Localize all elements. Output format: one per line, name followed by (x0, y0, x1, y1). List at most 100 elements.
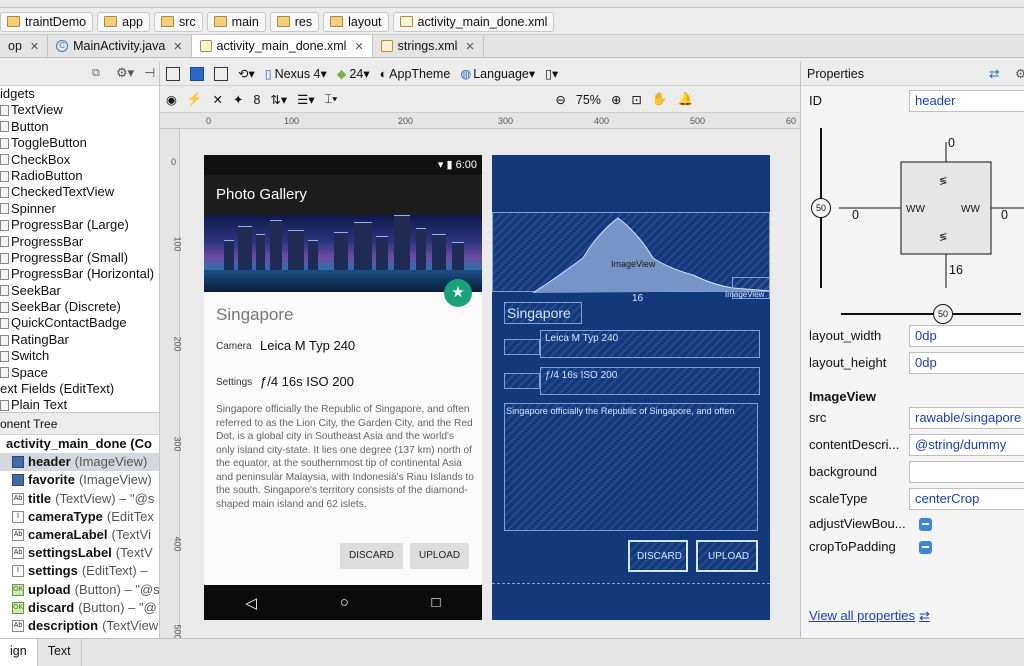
palette-item[interactable]: SeekBar (Discrete) (0, 299, 159, 315)
blueprint-preview[interactable]: ImageView ImageView 16 Singapore Leica M… (492, 155, 770, 620)
palette-item[interactable]: Space (0, 365, 159, 381)
close-icon[interactable]: ✕ (354, 40, 363, 53)
blueprint-title[interactable]: Singapore (504, 302, 582, 324)
palette-item[interactable]: ProgressBar (Small) (0, 250, 159, 266)
breadcrumb-file[interactable]: activity_main_done.xml (392, 11, 555, 32)
camera-type-field[interactable]: Leica M Typ 240 (260, 338, 355, 353)
tree-item-settings[interactable]: Isettings (EditText) – (0, 562, 159, 580)
margin-left-value[interactable]: 0 (852, 208, 859, 222)
palette-item[interactable]: CheckBox (0, 152, 159, 168)
scaletype-field[interactable]: centerCrop (909, 488, 1024, 510)
blueprint-settings[interactable]: ƒ/4 16s ISO 200 (540, 367, 760, 395)
blueprint-camera-label[interactable] (504, 339, 540, 355)
src-field[interactable]: rawable/singapore (909, 407, 1024, 429)
zoom-out-icon[interactable]: ⊖ (555, 92, 565, 107)
recents-icon[interactable]: □ (432, 594, 441, 611)
blueprint-header-imageview[interactable]: ImageView (492, 212, 770, 293)
layout-height-field[interactable]: 0dp (909, 352, 1024, 374)
tree-item-upload[interactable]: OK upload (Button) – "@s (0, 581, 159, 599)
pack-icon[interactable]: ⇅▾ (270, 92, 287, 107)
back-icon[interactable]: ◁ (245, 594, 257, 612)
warnings-icon[interactable]: 🔔 (677, 92, 693, 107)
design-canvas[interactable]: 0 100 200 300 400 500 60 0 100 200 300 4… (160, 113, 800, 638)
margin-bottom-value[interactable]: 16 (949, 263, 963, 277)
palette-item[interactable]: Plain Text (0, 397, 159, 412)
background-field[interactable] (909, 461, 1024, 483)
close-icon[interactable]: ✕ (465, 40, 474, 53)
settings-field[interactable]: ƒ/4 16s ISO 200 (260, 374, 354, 389)
breadcrumb-src[interactable]: src (154, 11, 203, 32)
margin-right-value[interactable]: 0 (1001, 208, 1008, 222)
layout-width-field[interactable]: 0dp (909, 325, 1024, 347)
tab-op[interactable]: op ✕ (0, 35, 49, 57)
upload-button[interactable]: UPLOAD (410, 543, 470, 569)
margin-top-value[interactable]: 0 (948, 136, 955, 150)
palette-item[interactable]: ProgressBar (0, 234, 159, 250)
zoom-in-icon[interactable]: ⊕ (611, 92, 621, 107)
gear-icon[interactable]: ⚙▾ (116, 65, 134, 81)
palette-item[interactable]: Button (0, 119, 159, 135)
collapse-icon[interactable]: ⊣ (144, 65, 155, 81)
tree-item-discard[interactable]: OK discard (Button) – "@ (0, 599, 159, 617)
tree-item-favorite[interactable]: favorite (ImageView) (0, 471, 159, 489)
blueprint-camera-type[interactable]: Leica M Typ 240 (540, 330, 760, 358)
palette-item[interactable]: Switch (0, 348, 159, 364)
tab-mainactivity[interactable]: C MainActivity.java ✕ (48, 35, 192, 57)
palette-item[interactable]: SeekBar (0, 283, 159, 299)
pan-icon[interactable]: ✋ (652, 92, 668, 107)
tree-item-description[interactable]: Ab description (TextView (0, 617, 159, 635)
blueprint-description[interactable]: Singapore officially the Republic of Sin… (504, 403, 758, 531)
breadcrumb-res[interactable]: res (269, 11, 320, 32)
device-select[interactable]: ▯ Nexus 4 ▾ (265, 66, 327, 82)
breadcrumb-project[interactable]: traintDemo (0, 11, 94, 32)
tab-design[interactable]: ign (0, 639, 38, 666)
zoom-fit-icon[interactable]: ⊡ (631, 92, 641, 107)
clear-constraints-icon[interactable]: ✕ (213, 92, 223, 107)
breadcrumb-app[interactable]: app (97, 11, 150, 32)
blueprint-discard[interactable]: DISCARD (628, 540, 688, 572)
show-constraints-icon[interactable]: ◉ (166, 92, 177, 107)
close-icon[interactable]: ✕ (30, 40, 39, 53)
blueprint-mode-icon[interactable] (190, 66, 204, 81)
palette-item[interactable]: ProgressBar (Large) (0, 217, 159, 233)
palette-category[interactable]: ext Fields (EditText) (0, 381, 159, 397)
align-icon[interactable]: ☰▾ (297, 92, 314, 107)
discard-button[interactable]: DISCARD (340, 543, 404, 569)
palette-item[interactable]: RadioButton (0, 168, 159, 184)
gear-icon[interactable]: ⚙ (1015, 62, 1024, 86)
api-select[interactable]: ◆ 24 ▾ (337, 66, 370, 82)
favorite-star-icon[interactable]: ★ (444, 279, 472, 307)
horizontal-bias-slider[interactable]: 50 (933, 304, 953, 324)
tab-strings[interactable]: strings.xml ✕ (373, 35, 484, 57)
theme-select[interactable]: ◐ AppTheme (380, 67, 451, 81)
default-margin[interactable]: 8 (253, 93, 260, 107)
palette-item[interactable]: ProgressBar (Horizontal) (0, 266, 159, 282)
palette-item[interactable]: QuickContactBadge (0, 315, 159, 331)
palette-item[interactable]: RatingBar (0, 332, 159, 348)
both-mode-icon[interactable] (214, 66, 228, 81)
blueprint-settings-label[interactable] (504, 373, 540, 389)
layout-variant-icon[interactable]: ▯▾ (545, 66, 558, 81)
language-select[interactable]: ◍ Language ▾ (460, 66, 535, 82)
view-all-properties-link[interactable]: View all properties ⇄ (809, 604, 1024, 628)
blueprint-upload[interactable]: UPLOAD (696, 540, 758, 572)
breadcrumb-layout[interactable]: layout (323, 11, 389, 32)
tree-root[interactable]: activity_main_done (Co (0, 435, 159, 453)
tree-item-header[interactable]: header (ImageView) (0, 453, 159, 472)
breadcrumb-main[interactable]: main (206, 11, 266, 32)
adjust-view-bounds-checkbox[interactable] (919, 518, 932, 531)
swap-view-icon[interactable]: ⇄ (989, 62, 999, 86)
autoconnect-icon[interactable]: ⚡ (187, 92, 203, 107)
layout-toggle-icon[interactable]: ⧉ (92, 67, 100, 80)
palette-item[interactable]: CheckedTextView (0, 184, 159, 200)
tree-item-settingsLabel[interactable]: Ab settingsLabel (TextV (0, 544, 159, 562)
home-icon[interactable]: ○ (340, 594, 349, 611)
design-mode-icon[interactable] (166, 66, 180, 81)
guidelines-icon[interactable]: ⌶▾ (325, 92, 338, 107)
palette-category[interactable]: idgets (0, 86, 159, 102)
tree-item-title[interactable]: Ab title (TextView) – "@s (0, 490, 159, 508)
palette-item[interactable]: Spinner (0, 201, 159, 217)
palette-item[interactable]: TextView (0, 102, 159, 118)
palette-item[interactable]: ToggleButton (0, 135, 159, 151)
close-icon[interactable]: ✕ (173, 40, 182, 53)
